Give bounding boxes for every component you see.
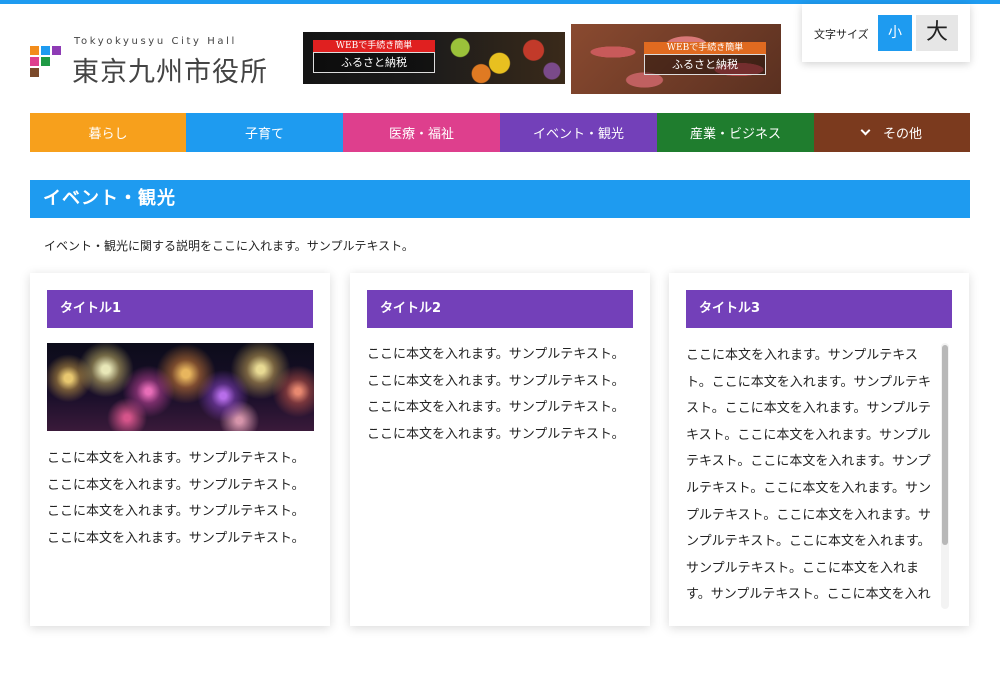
banner-tag: WEBで手続き簡単 [313, 40, 435, 52]
logo-title: 東京九州市役所 [72, 57, 268, 88]
card-body-line: ルテキスト。ここに本文を入れます。サン [686, 480, 932, 496]
card-body-line: ンプルテキスト。ここに本文を入れます。 [686, 534, 931, 550]
card-body-line: ここに本文を入れます。サンプルテキスト。 [367, 426, 625, 442]
card-body-line: ここに本文を入れます。サンプルテキスト。 [47, 504, 305, 520]
nav-item-label: その他 [882, 127, 922, 142]
card-body-line: キスト。ここに本文を入れます。サンプル [686, 427, 931, 443]
card-body: ここに本文を入れます。サンプルテキスト。 ここに本文を入れます。サンプルテキスト… [367, 342, 633, 448]
nav-item-iryo-fukushi[interactable]: 医療・福祉 [343, 113, 500, 152]
font-size-label: 文字サイズ [814, 28, 869, 41]
banner-text: ふるさと納税 [644, 54, 766, 75]
card-body-line: ここに本文を入れます。サンプルテキス [686, 348, 918, 363]
card-body-line: プルテキスト。ここに本文を入れます。サ [686, 507, 932, 523]
logo-subtitle: Tokyokyusyu City Hall [74, 36, 237, 47]
logo-grid-icon [30, 42, 66, 78]
nav-item-kosodate[interactable]: 子育て [186, 113, 343, 152]
nav-item-label: 産業・ビジネス [689, 127, 781, 142]
furusato-banner-fruit[interactable]: WEBで手続き簡単 ふるさと納税 [303, 32, 565, 84]
furusato-banner-meat[interactable]: WEBで手続き簡単 ふるさと納税 [571, 24, 781, 94]
card-body-line: ト。ここに本文を入れます。サンプルテキ [686, 374, 932, 390]
card-scroll-area[interactable]: ここに本文を入れます。サンプルテキス ト。ここに本文を入れます。サンプルテキ ス… [686, 343, 952, 609]
font-size-small-button[interactable]: 小 [878, 15, 912, 51]
card-2: タイトル2 ここに本文を入れます。サンプルテキスト。 ここに本文を入れます。サン… [350, 273, 650, 626]
banner-caption: WEBで手続き簡単 ふるさと納税 [313, 40, 435, 73]
nav-item-sangyo-business[interactable]: 産業・ビジネス [657, 113, 814, 152]
card-body-line: ここに本文を入れます。サンプルテキスト。 [367, 400, 625, 416]
card-body-line: ここに本文を入れます。サンプルテキスト。 [47, 530, 305, 546]
chevron-down-icon [860, 125, 871, 136]
page-title: イベント・観光 [30, 180, 970, 218]
nav-item-other[interactable]: その他 [814, 113, 970, 152]
card-body-line: ここに本文を入れます。サンプルテキスト。 [367, 347, 625, 362]
card-body: ここに本文を入れます。サンプルテキスト。 ここに本文を入れます。サンプルテキスト… [47, 446, 313, 552]
card-title: タイトル2 [367, 290, 633, 328]
card-3: タイトル3 ここに本文を入れます。サンプルテキス ト。ここに本文を入れます。サン… [669, 273, 969, 626]
card-title: タイトル3 [686, 290, 952, 328]
fireworks-image [47, 343, 314, 431]
card-body: ここに本文を入れます。サンプルテキス ト。ここに本文を入れます。サンプルテキ ス… [686, 343, 934, 609]
card-body-line: テキスト。ここに本文を入れます。サンプ [686, 454, 931, 470]
card-body-line: スト。ここに本文を入れます。サンプルテ [686, 401, 932, 417]
site-logo[interactable]: Tokyokyusyu City Hall 東京九州市役所 [30, 36, 290, 88]
card-title: タイトル1 [47, 290, 313, 328]
nav-item-kurashi[interactable]: 暮らし [30, 113, 186, 152]
nav-item-label: 医療・福祉 [388, 127, 454, 142]
font-size-large-button[interactable]: 大 [916, 15, 958, 51]
nav-item-event-kanko[interactable]: イベント・観光 [500, 113, 657, 152]
banner-caption: WEBで手続き簡単 ふるさと納税 [644, 42, 766, 75]
nav-item-label: イベント・観光 [532, 127, 624, 142]
nav-item-label: 暮らし [88, 127, 128, 142]
card-body-line: ここに本文を入れます。サンプルテキスト。 [47, 451, 305, 466]
section-description: イベント・観光に関する説明をここに入れます。サンプルテキスト。 [44, 239, 414, 253]
card-body-line: ここに本文を入れます。サンプルテキスト。 [367, 373, 625, 389]
global-nav: 暮らし 子育て 医療・福祉 イベント・観光 産業・ビジネス その他 [30, 113, 970, 152]
card-body-line: ここに本文を入れます。サンプルテキスト。 [47, 477, 305, 493]
card-1: タイトル1 ここに本文を入れます。サンプルテキスト。 ここに本文を入れます。サン… [30, 273, 330, 626]
banner-text: ふるさと納税 [313, 52, 435, 73]
card-body-line: サンプルテキスト。ここに本文を入れま [686, 560, 919, 576]
card-body-line: す。サンプルテキスト。ここに本文を入れ [686, 587, 931, 603]
font-size-switcher: 文字サイズ 小 大 [802, 4, 970, 62]
nav-item-label: 子育て [244, 127, 284, 142]
scrollbar-thumb[interactable] [942, 345, 948, 545]
banner-tag: WEBで手続き簡単 [644, 42, 766, 54]
